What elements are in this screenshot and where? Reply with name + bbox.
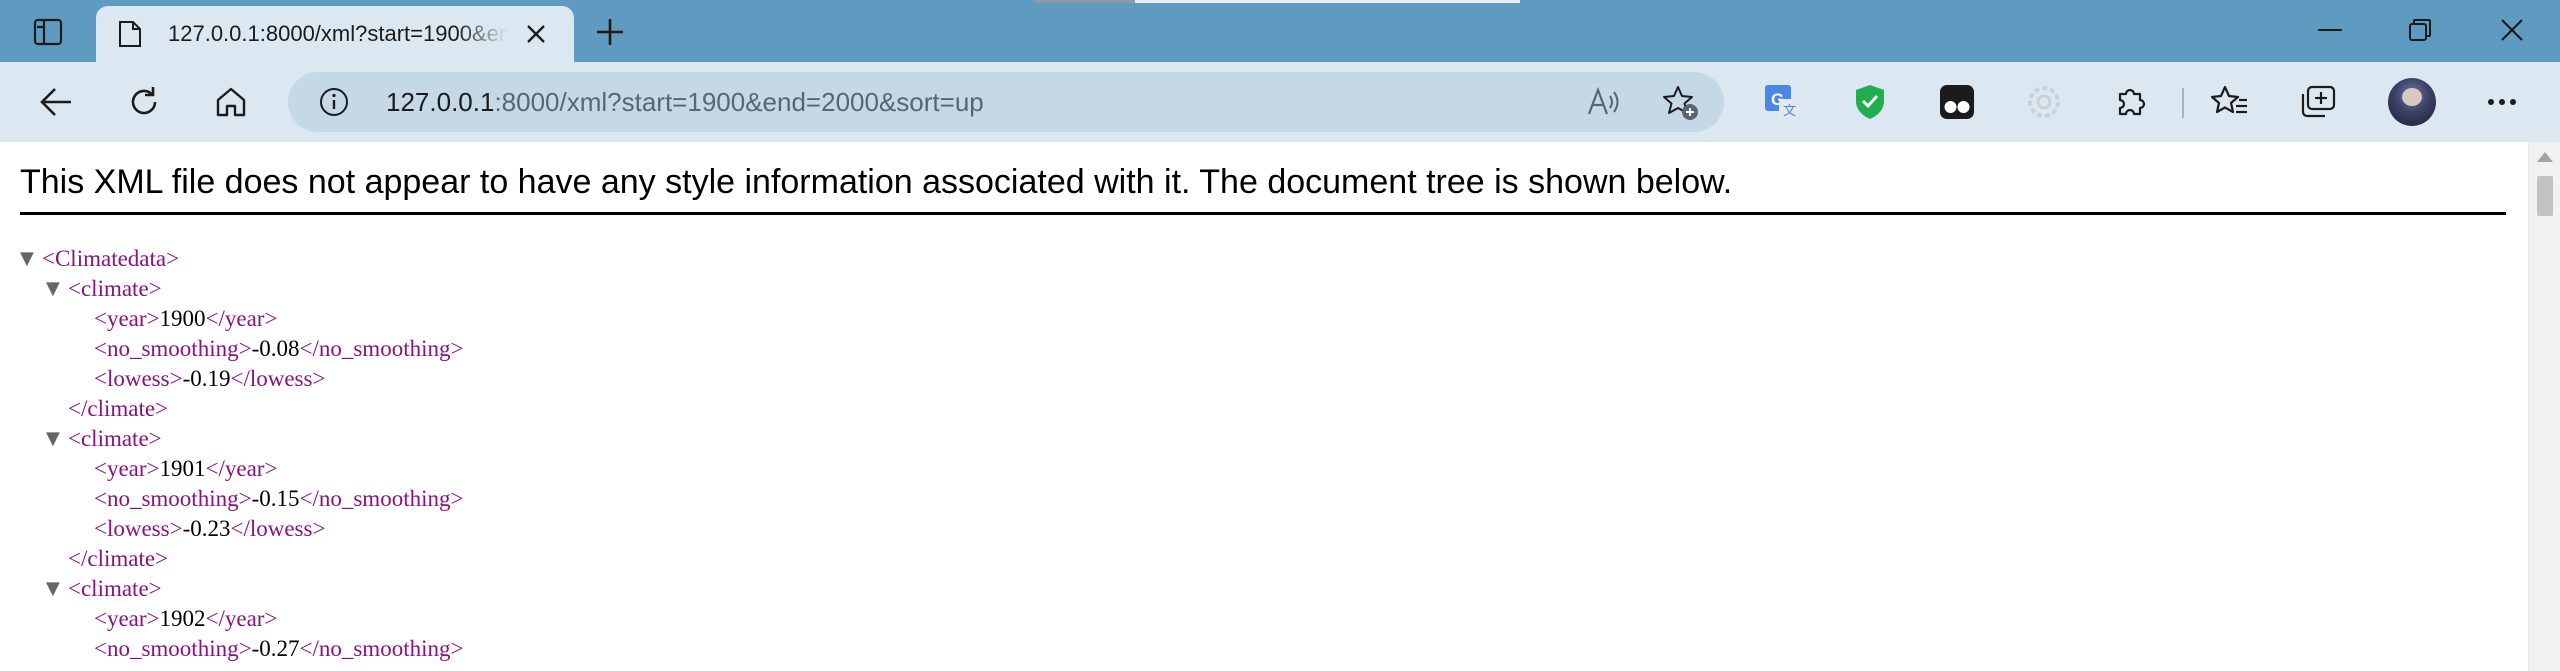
- climate-close-line: </climate>: [20, 394, 463, 424]
- tag: <year>: [94, 606, 160, 631]
- refresh-icon[interactable]: [120, 78, 168, 126]
- tag: </no_smoothing>: [299, 636, 464, 661]
- scroll-up-arrow-icon[interactable]: [2537, 152, 2553, 162]
- tag: <no_smoothing>: [94, 486, 252, 511]
- notice-divider: [20, 212, 2506, 215]
- tag: <no_smoothing>: [94, 336, 252, 361]
- page-icon: [118, 20, 142, 48]
- climate-open-tag: <climate>: [68, 276, 162, 301]
- no-smoothing-value: -0.27: [251, 636, 300, 661]
- avatar[interactable]: [2388, 78, 2436, 126]
- no-smoothing-value: -0.15: [251, 486, 300, 511]
- year-value: 1902: [159, 606, 206, 631]
- xml-tree: ▼ <Climatedata> ▼ <climate> <year>1900</ye…: [20, 244, 463, 664]
- tag: </no_smoothing>: [299, 336, 464, 361]
- sidebar-toggle-icon[interactable]: [24, 14, 72, 50]
- scroll-thumb[interactable]: [2537, 176, 2553, 216]
- browser-toolbar: 127.0.0.1:8000/xml?start=1900&end=2000&s…: [0, 62, 2560, 142]
- collections-icon[interactable]: [2296, 80, 2340, 124]
- new-tab-plus-icon[interactable]: [590, 12, 630, 52]
- tab-title: 127.0.0.1:8000/xml?start=1900&end=2000&s…: [168, 21, 508, 46]
- year-value: 1901: [159, 456, 206, 481]
- favorites-icon[interactable]: [2208, 80, 2252, 124]
- top-strip-marker: [1035, 0, 1135, 3]
- url-path: :8000/xml?start=1900&end=2000&sort=up: [494, 87, 984, 117]
- xml-style-notice: This XML file does not appear to have an…: [20, 163, 1733, 201]
- no-smoothing-line: <no_smoothing>-0.27</no_smoothing>: [20, 634, 463, 664]
- climate-open-tag: <climate>: [68, 576, 162, 601]
- climate-close-tag: </climate>: [68, 546, 169, 571]
- tag: </lowess>: [230, 366, 326, 391]
- address-bar[interactable]: 127.0.0.1:8000/xml?start=1900&end=2000&s…: [288, 72, 1724, 132]
- close-tab-icon[interactable]: [522, 20, 550, 48]
- tag: </lowess>: [230, 516, 326, 541]
- tab-active[interactable]: 127.0.0.1:8000/xml?start=1900&end=2000&s…: [96, 6, 574, 62]
- read-aloud-icon[interactable]: [1586, 84, 1622, 120]
- no-smoothing-line: <no_smoothing>-0.15</no_smoothing>: [20, 484, 463, 514]
- root-open-line: ▼ <Climatedata>: [20, 244, 463, 274]
- close-window-icon[interactable]: [2482, 10, 2542, 50]
- tag: <year>: [94, 456, 160, 481]
- translate-extension-icon[interactable]: G 文: [1760, 80, 1804, 124]
- tag: <year>: [94, 306, 160, 331]
- no-smoothing-line: <no_smoothing>-0.08</no_smoothing>: [20, 334, 463, 364]
- xml-viewer: This XML file does not appear to have an…: [0, 142, 2528, 671]
- more-icon[interactable]: [2480, 80, 2524, 124]
- climate-close-tag: </climate>: [68, 396, 169, 421]
- gear-extension-icon[interactable]: [2022, 80, 2066, 124]
- collapse-arrow-icon[interactable]: ▼: [46, 424, 66, 454]
- climate-open-tag: <climate>: [68, 426, 162, 451]
- star-plus-icon[interactable]: [1662, 84, 1698, 120]
- toolbar-divider: [2182, 88, 2184, 118]
- no-smoothing-value: -0.08: [251, 336, 300, 361]
- vertical-scrollbar[interactable]: [2528, 142, 2560, 671]
- tag: <no_smoothing>: [94, 636, 252, 661]
- svg-text:文: 文: [1783, 103, 1796, 118]
- root-open-tag: <Climatedata>: [42, 246, 180, 271]
- url-text[interactable]: 127.0.0.1:8000/xml?start=1900&end=2000&s…: [386, 86, 984, 118]
- collapse-arrow-icon[interactable]: ▼: [46, 574, 66, 604]
- lowess-value: -0.23: [182, 516, 231, 541]
- lowess-value: -0.19: [182, 366, 231, 391]
- climate-open-line: ▼ <climate>: [20, 274, 463, 304]
- year-value: 1900: [159, 306, 206, 331]
- back-arrow-icon[interactable]: [32, 78, 80, 126]
- tag: <lowess>: [94, 516, 183, 541]
- year-line: <year>1901</year>: [20, 454, 463, 484]
- collapse-arrow-icon[interactable]: ▼: [46, 274, 66, 304]
- puzzle-icon[interactable]: [2110, 80, 2154, 124]
- top-strip-marker: [1135, 0, 1520, 3]
- shield-extension-icon[interactable]: [1848, 80, 1892, 124]
- climate-open-line: ▼ <climate>: [20, 574, 463, 604]
- minimize-icon[interactable]: [2300, 10, 2360, 50]
- year-line: <year>1902</year>: [20, 604, 463, 634]
- url-host: 127.0.0.1: [386, 87, 495, 117]
- tag: </year>: [205, 606, 278, 631]
- lowess-line: <lowess>-0.19</lowess>: [20, 364, 463, 394]
- tag: </year>: [205, 306, 278, 331]
- info-icon[interactable]: [318, 86, 350, 118]
- tag: </no_smoothing>: [299, 486, 464, 511]
- tag: <lowess>: [94, 366, 183, 391]
- tampermonkey-extension-icon[interactable]: [1935, 80, 1979, 124]
- tag: </year>: [205, 456, 278, 481]
- collapse-arrow-icon[interactable]: ▼: [20, 244, 40, 274]
- restore-icon[interactable]: [2390, 10, 2450, 50]
- tab-strip: 127.0.0.1:8000/xml?start=1900&end=2000&s…: [0, 0, 2560, 62]
- lowess-line: <lowess>-0.23</lowess>: [20, 514, 463, 544]
- year-line: <year>1900</year>: [20, 304, 463, 334]
- climate-close-line: </climate>: [20, 544, 463, 574]
- home-icon[interactable]: [207, 78, 255, 126]
- climate-open-line: ▼ <climate>: [20, 424, 463, 454]
